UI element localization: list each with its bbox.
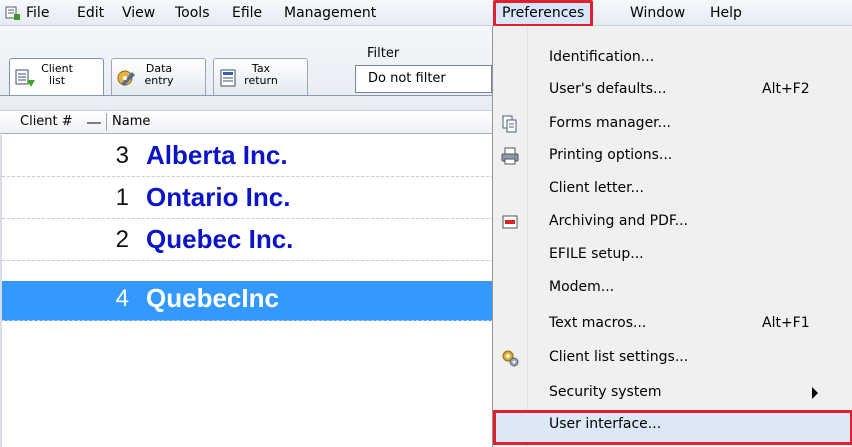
column-name[interactable]: Name: [112, 114, 150, 129]
menu-item-label: EFILE setup...: [549, 246, 644, 262]
menu-item-label: Printing options...: [549, 147, 673, 163]
menu-item-label: Client letter...: [549, 180, 644, 196]
filter-label: Filter: [367, 46, 400, 61]
menu-item-label: Forms manager...: [549, 115, 672, 131]
tax-return-tab[interactable]: Tax return: [213, 58, 308, 96]
menu-item-text-macros[interactable]: Text macros... Alt+F1: [493, 309, 852, 340]
client-list-label: Client list: [41, 62, 73, 87]
client-list: 3 Alberta Inc. 1 Ontario Inc. 2 Quebec I…: [0, 135, 494, 447]
menu-item-printing-options[interactable]: Printing options...: [493, 141, 852, 172]
menu-management[interactable]: Management: [284, 0, 376, 26]
menu-item-identification[interactable]: Identification...: [493, 43, 852, 74]
client-number: 3: [115, 142, 129, 169]
menu-efile[interactable]: Efile: [232, 0, 262, 26]
menu-preferences[interactable]: Preferences: [493, 0, 594, 27]
tax-return-icon: [220, 69, 236, 87]
column-client-number[interactable]: Client #: [20, 114, 73, 129]
menu-item-client-list-settings[interactable]: Client list settings...: [493, 343, 852, 374]
column-separator[interactable]: [106, 113, 107, 131]
menu-item-label: Archiving and PDF...: [549, 213, 689, 229]
menu-item-client-letter[interactable]: Client letter...: [493, 174, 852, 205]
menu-item-users-defaults[interactable]: User's defaults... Alt+F2: [493, 75, 852, 106]
tax-return-label: Tax return: [244, 62, 278, 87]
menu-item-label: Text macros...: [549, 315, 647, 331]
client-name: Ontario Inc.: [146, 182, 291, 212]
printer-icon: [501, 147, 519, 165]
menu-item-label: Identification...: [549, 49, 655, 65]
table-row-selected[interactable]: 4 QuebecInc: [2, 281, 494, 321]
menu-item-modem[interactable]: Modem...: [493, 273, 852, 304]
client-number: 1: [115, 184, 129, 211]
menu-item-label: Client list settings...: [549, 349, 689, 365]
menu-item-label: User interface...: [549, 416, 662, 432]
client-number: 2: [115, 226, 129, 253]
client-name: Alberta Inc.: [146, 140, 288, 170]
menu-view[interactable]: View: [122, 0, 155, 26]
client-number: 4: [115, 285, 129, 312]
menu-bar: File Edit View Tools Efile Management Pr…: [0, 0, 852, 27]
client-list-icon: [15, 69, 35, 87]
data-entry-tab[interactable]: Data entry: [111, 58, 206, 96]
table-row[interactable]: 2 Quebec Inc.: [2, 219, 494, 261]
preferences-menu: Identification... User's defaults... Alt…: [492, 26, 852, 447]
menu-item-efile-setup[interactable]: EFILE setup...: [493, 240, 852, 271]
table-row[interactable]: 1 Ontario Inc.: [2, 177, 494, 219]
menu-item-user-interface[interactable]: User interface...: [493, 410, 852, 445]
gears-icon: [502, 350, 519, 367]
menu-tools[interactable]: Tools: [175, 0, 210, 26]
forms-manager-icon: [502, 115, 517, 133]
client-name: Quebec Inc.: [146, 224, 294, 254]
column-header: Client # Name: [0, 110, 492, 134]
menu-item-shortcut: Alt+F2: [762, 81, 810, 97]
menu-item-forms-manager[interactable]: Forms manager...: [493, 109, 852, 140]
menu-edit[interactable]: Edit: [77, 0, 104, 26]
submenu-arrow-icon: [812, 387, 818, 399]
filter-dropdown[interactable]: Do not filter: [355, 65, 492, 93]
sort-indicator-icon: [87, 122, 101, 124]
toolbar: Client list Data entry Tax return Filter…: [0, 26, 492, 110]
data-entry-icon: [117, 70, 135, 86]
client-name: QuebecInc: [146, 283, 279, 313]
menu-item-shortcut: Alt+F1: [762, 315, 810, 331]
tab-divider: [0, 95, 492, 96]
menu-item-label: Modem...: [549, 279, 615, 295]
menu-item-label: Security system: [549, 384, 662, 400]
menu-item-label: User's defaults...: [549, 81, 667, 97]
menu-item-archiving-pdf[interactable]: Archiving and PDF...: [493, 207, 852, 238]
pdf-icon: [502, 215, 518, 229]
data-entry-label: Data entry: [144, 62, 174, 87]
table-row[interactable]: 3 Alberta Inc.: [2, 135, 494, 177]
menu-file[interactable]: File: [26, 0, 49, 26]
client-list-tab[interactable]: Client list: [9, 58, 104, 96]
app-icon: [5, 6, 20, 20]
menu-window[interactable]: Window: [630, 0, 685, 26]
menu-item-security-system[interactable]: Security system: [493, 378, 852, 409]
menu-help[interactable]: Help: [710, 0, 742, 26]
